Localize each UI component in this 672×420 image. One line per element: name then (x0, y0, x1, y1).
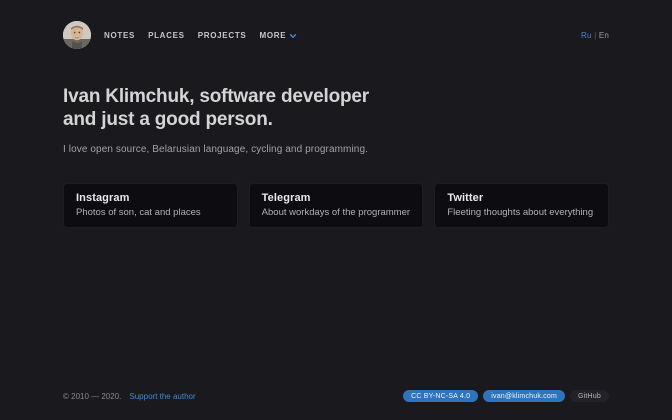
lang-separator: | (594, 31, 596, 40)
page-subtitle: I love open source, Belarusian language,… (63, 144, 609, 155)
avatar-photo (63, 21, 91, 49)
card-title: Twitter (447, 192, 596, 204)
nav-more-label: MORE (259, 31, 286, 40)
card-instagram[interactable]: Instagram Photos of son, cat and places (63, 183, 238, 228)
page-title-line2: and just a good person. (63, 108, 609, 131)
main-nav: NOTES PLACES PROJECTS MORE (104, 31, 297, 40)
nav-item-places[interactable]: PLACES (148, 31, 185, 40)
footer: © 2010 — 2020. Support the author CC BY-… (63, 390, 609, 402)
social-cards: Instagram Photos of son, cat and places … (63, 183, 609, 228)
card-telegram[interactable]: Telegram About workdays of the programme… (249, 183, 424, 228)
footer-badges: CC BY-NC-SA 4.0 ivan@klimchuk.com GitHub (403, 390, 609, 402)
badge-license[interactable]: CC BY-NC-SA 4.0 (403, 390, 478, 402)
card-description: Fleeting thoughts about everything (447, 207, 596, 218)
footer-left: © 2010 — 2020. Support the author (63, 392, 196, 401)
header: NOTES PLACES PROJECTS MORE Ru | En (63, 0, 609, 49)
language-switch: Ru | En (581, 31, 609, 40)
badge-github[interactable]: GitHub (570, 390, 609, 402)
page-title: Ivan Klimchuk, software developer and ju… (63, 85, 609, 131)
nav-item-notes[interactable]: NOTES (104, 31, 135, 40)
card-description: Photos of son, cat and places (76, 207, 225, 218)
nav-item-more[interactable]: MORE (259, 31, 297, 40)
header-left: NOTES PLACES PROJECTS MORE (63, 21, 297, 49)
page: NOTES PLACES PROJECTS MORE Ru | En Ivan … (0, 0, 672, 420)
card-description: About workdays of the programmer (262, 207, 411, 218)
hero-section: Ivan Klimchuk, software developer and ju… (63, 85, 609, 155)
card-title: Telegram (262, 192, 411, 204)
nav-item-projects[interactable]: PROJECTS (198, 31, 247, 40)
lang-ru-link[interactable]: Ru (581, 31, 592, 40)
chevron-down-icon (289, 32, 297, 40)
copyright-text: © 2010 — 2020. (63, 392, 121, 401)
card-twitter[interactable]: Twitter Fleeting thoughts about everythi… (434, 183, 609, 228)
avatar[interactable] (63, 21, 91, 49)
badge-email[interactable]: ivan@klimchuk.com (483, 390, 565, 402)
card-title: Instagram (76, 192, 225, 204)
support-author-link[interactable]: Support the author (129, 392, 195, 401)
lang-en-link[interactable]: En (599, 31, 609, 40)
page-title-line1: Ivan Klimchuk, software developer (63, 85, 609, 108)
